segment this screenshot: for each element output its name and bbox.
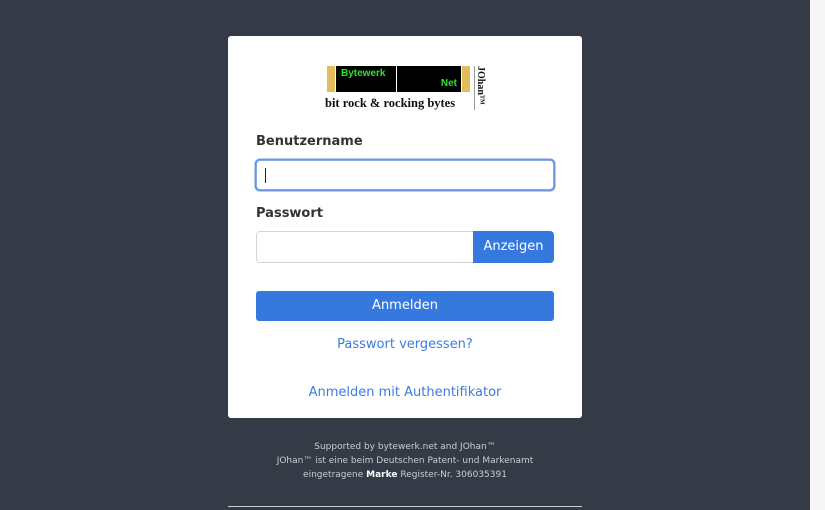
footer-trademark-word: Marke	[366, 470, 398, 480]
footer-line-3: eingetragene Marke Register-Nr. 30603539…	[228, 468, 582, 482]
authenticator-login-link[interactable]: Anmelden mit Authentifikator	[228, 385, 582, 400]
footer-line-2: JOhan™ ist eine beim Deutschen Patent- u…	[276, 456, 534, 466]
logo-gold-strip-right	[462, 66, 470, 92]
footer-line-3-suffix: Register-Nr. 306035391	[400, 470, 507, 480]
logo-black-box-right: Net	[397, 66, 461, 92]
username-input[interactable]	[256, 160, 554, 190]
username-label: Benutzername	[256, 134, 363, 149]
footer-divider	[228, 506, 582, 507]
logo-text-left: Bytewerk	[341, 68, 386, 79]
password-input[interactable]	[256, 231, 474, 263]
footer: Supported by bytewerk.net and JOhan™ JOh…	[228, 440, 582, 482]
forgot-password-link[interactable]: Passwort vergessen?	[228, 337, 582, 352]
logo-black-box-left: Bytewerk	[336, 66, 396, 92]
scrollbar-track	[810, 0, 825, 510]
text-caret	[265, 168, 266, 183]
login-card: Bytewerk Net bit rock & rocking bytes JO…	[228, 36, 582, 418]
password-label: Passwort	[256, 206, 323, 221]
logo-gold-strip-left	[327, 66, 335, 92]
footer-line-3-prefix: eingetragene	[303, 470, 364, 480]
show-password-button[interactable]: Anzeigen	[473, 231, 554, 263]
logo-slogan: bit rock & rocking bytes	[325, 96, 456, 110]
logo-text-right: Net	[440, 78, 457, 89]
logo: Bytewerk Net bit rock & rocking bytes JO…	[325, 66, 488, 112]
login-button[interactable]: Anmelden	[256, 291, 554, 321]
footer-line-1: Supported by bytewerk.net and JOhan™	[314, 442, 496, 452]
logo-vertical-text: JOhan™	[475, 66, 486, 105]
